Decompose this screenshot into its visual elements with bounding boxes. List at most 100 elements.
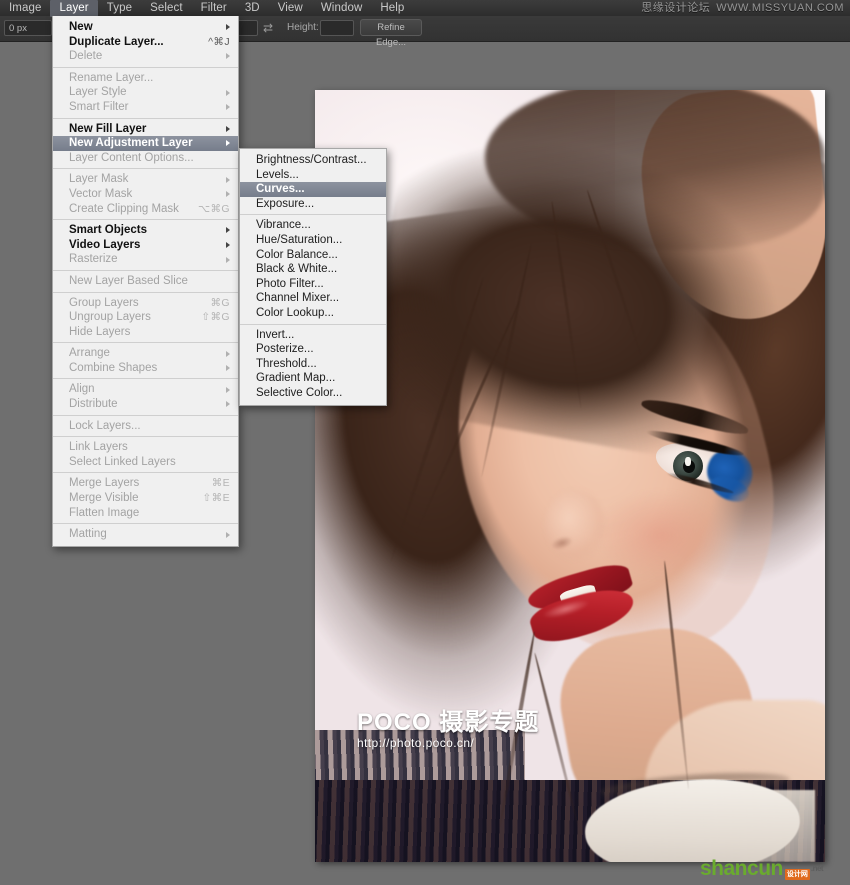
new-adjustment-layer-submenu[interactable]: Brightness/Contrast... Levels... Curves...… bbox=[239, 148, 387, 406]
menu-item-channel-mixer[interactable]: Channel Mixer... bbox=[240, 291, 386, 306]
menu-item-hue-saturation[interactable]: Hue/Saturation... bbox=[240, 233, 386, 248]
menu-item-label: Duplicate Layer... bbox=[69, 35, 164, 48]
menu-item-label: Align bbox=[69, 383, 95, 396]
menu-item-layer-style: Layer Style bbox=[53, 85, 238, 100]
menu-item-smart-objects[interactable]: Smart Objects bbox=[53, 223, 238, 238]
forum-watermark-cn: 思缘设计论坛 bbox=[641, 2, 711, 14]
menu-item-label: Selective Color... bbox=[256, 386, 343, 399]
forum-watermark: 思缘设计论坛 WWW.MISSYUAN.COM bbox=[641, 2, 844, 15]
menu-item-layer-content-options: Layer Content Options... bbox=[53, 151, 238, 166]
menubar-item-window[interactable]: Window bbox=[312, 0, 372, 17]
menu-item-label: Black & White... bbox=[256, 263, 338, 276]
menu-item-label: Color Balance... bbox=[256, 248, 338, 261]
menu-item-merge-visible: Merge Visible ⇧⌘E bbox=[53, 491, 238, 506]
menubar-item-type[interactable]: Type bbox=[98, 0, 141, 17]
menu-item-label: Vibrance... bbox=[256, 219, 311, 232]
menubar-item-3d[interactable]: 3D bbox=[236, 0, 269, 17]
forum-watermark-url: WWW.MISSYUAN.COM bbox=[716, 2, 844, 14]
submenu-arrow-icon bbox=[226, 386, 230, 393]
menubar-item-layer[interactable]: Layer bbox=[50, 0, 98, 17]
menu-separator bbox=[240, 214, 386, 216]
menu-item-exposure[interactable]: Exposure... bbox=[240, 197, 386, 212]
menu-item-label: Curves... bbox=[256, 183, 305, 196]
menu-item-distribute: Distribute bbox=[53, 397, 238, 412]
submenu-arrow-icon bbox=[226, 256, 230, 263]
menu-item-shortcut: ^⌘J bbox=[208, 35, 230, 48]
menu-item-label: Rasterize bbox=[69, 253, 118, 266]
menu-item-gradient-map[interactable]: Gradient Map... bbox=[240, 371, 386, 386]
menu-item-flatten-image: Flatten Image bbox=[53, 506, 238, 521]
menu-item-levels[interactable]: Levels... bbox=[240, 168, 386, 183]
height-input[interactable] bbox=[320, 20, 354, 36]
menu-item-color-lookup[interactable]: Color Lookup... bbox=[240, 306, 386, 321]
menu-item-new-layer-based-slice: New Layer Based Slice bbox=[53, 274, 238, 289]
menu-item-photo-filter[interactable]: Photo Filter... bbox=[240, 277, 386, 292]
menu-item-new-adjustment-layer[interactable]: New Adjustment Layer bbox=[53, 136, 238, 151]
submenu-arrow-icon bbox=[226, 89, 230, 96]
submenu-arrow-icon bbox=[226, 227, 230, 234]
menu-item-link-layers: Link Layers bbox=[53, 440, 238, 455]
menu-item-vibrance[interactable]: Vibrance... bbox=[240, 218, 386, 233]
menu-item-label: Hue/Saturation... bbox=[256, 233, 343, 246]
menu-item-label: Channel Mixer... bbox=[256, 292, 340, 305]
menu-item-threshold[interactable]: Threshold... bbox=[240, 357, 386, 372]
menu-item-align: Align bbox=[53, 382, 238, 397]
menubar-item-help[interactable]: Help bbox=[371, 0, 413, 17]
menubar-item-select[interactable]: Select bbox=[141, 0, 192, 17]
menubar-item-filter[interactable]: Filter bbox=[192, 0, 236, 17]
image-canvas[interactable]: POCO 摄影专题 http://photo.poco.cn/ bbox=[315, 90, 825, 862]
menu-item-label: Invert... bbox=[256, 328, 295, 341]
menu-item-label: Combine Shapes bbox=[69, 361, 158, 374]
menu-item-merge-layers: Merge Layers ⌘E bbox=[53, 476, 238, 491]
menu-item-label: Flatten Image bbox=[69, 506, 140, 519]
menu-item-label: Color Lookup... bbox=[256, 306, 334, 319]
menubar-item-view[interactable]: View bbox=[269, 0, 312, 17]
submenu-arrow-icon bbox=[226, 176, 230, 183]
menu-item-rasterize: Rasterize bbox=[53, 252, 238, 267]
menu-item-new[interactable]: New bbox=[53, 20, 238, 35]
menu-item-label: Rename Layer... bbox=[69, 71, 154, 84]
menu-item-curves[interactable]: Curves... bbox=[240, 182, 386, 197]
menu-item-shortcut: ⇧⌘E bbox=[202, 492, 230, 505]
menu-item-label: New Adjustment Layer bbox=[69, 137, 193, 150]
submenu-arrow-icon bbox=[226, 125, 230, 132]
menu-item-label: Smart Filter bbox=[69, 100, 129, 113]
logo-domain: .net bbox=[810, 864, 824, 873]
menu-item-label: Merge Visible bbox=[69, 492, 139, 505]
menu-item-label: Link Layers bbox=[69, 441, 128, 454]
menu-separator bbox=[53, 66, 238, 68]
menu-item-invert[interactable]: Invert... bbox=[240, 328, 386, 343]
menu-item-new-fill-layer[interactable]: New Fill Layer bbox=[53, 122, 238, 137]
menu-item-shortcut: ⇧⌘G bbox=[201, 311, 230, 324]
submenu-arrow-icon bbox=[226, 53, 230, 60]
menu-item-label: Threshold... bbox=[256, 357, 317, 370]
submenu-arrow-icon bbox=[226, 242, 230, 249]
submenu-arrow-icon bbox=[226, 350, 230, 357]
menu-item-label: Distribute bbox=[69, 398, 118, 411]
refine-edge-button[interactable]: Refine Edge... bbox=[360, 19, 422, 48]
menu-item-posterize[interactable]: Posterize... bbox=[240, 342, 386, 357]
submenu-arrow-icon bbox=[226, 531, 230, 538]
menu-item-label: Posterize... bbox=[256, 343, 314, 356]
menu-item-brightness-contrast[interactable]: Brightness/Contrast... bbox=[240, 153, 386, 168]
menu-item-label: New bbox=[69, 21, 93, 33]
menu-item-label: Layer Content Options... bbox=[69, 151, 194, 164]
menu-item-duplicate-layer[interactable]: Duplicate Layer... ^⌘J bbox=[53, 35, 238, 50]
menubar-item-image[interactable]: Image bbox=[0, 0, 50, 17]
menu-item-color-balance[interactable]: Color Balance... bbox=[240, 248, 386, 263]
menu-item-black-white[interactable]: Black & White... bbox=[240, 262, 386, 277]
menu-item-video-layers[interactable]: Video Layers bbox=[53, 238, 238, 253]
menu-item-label: Layer Style bbox=[69, 86, 127, 99]
menu-item-label: Ungroup Layers bbox=[69, 311, 151, 324]
height-label: Height: bbox=[287, 22, 319, 33]
menu-item-label: Exposure... bbox=[256, 197, 315, 210]
menu-separator bbox=[53, 168, 238, 170]
submenu-arrow-icon bbox=[226, 24, 230, 31]
feather-value-input[interactable]: 0 px bbox=[4, 20, 52, 36]
swap-dimensions-icon[interactable]: ⇄ bbox=[263, 20, 273, 36]
menu-item-label: Smart Objects bbox=[69, 224, 147, 237]
submenu-arrow-icon bbox=[226, 140, 230, 147]
menu-item-label: Merge Layers bbox=[69, 477, 140, 490]
menu-item-selective-color[interactable]: Selective Color... bbox=[240, 386, 386, 401]
layer-menu[interactable]: New Duplicate Layer... ^⌘J Delete Rename Lay… bbox=[52, 16, 239, 547]
